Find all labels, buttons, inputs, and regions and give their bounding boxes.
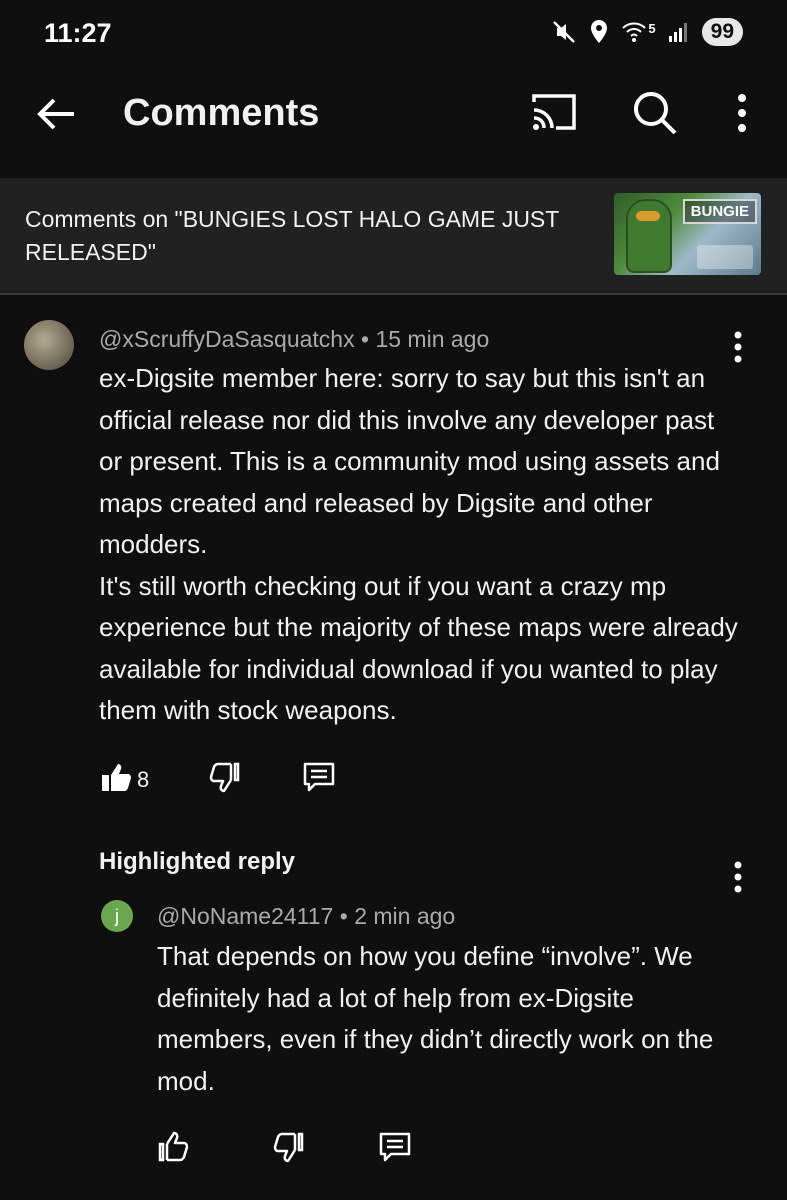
like-button[interactable]: 8 — [99, 760, 149, 799]
avatar[interactable] — [24, 320, 74, 370]
reply-comment-icon — [377, 1130, 413, 1169]
signal-icon — [668, 21, 690, 43]
reply-text: That depends on how you define “involve”… — [157, 941, 714, 1096]
thumbs-down-icon — [207, 760, 241, 799]
meta-separator: • — [361, 326, 376, 352]
reply-avatar[interactable]: j — [101, 900, 133, 932]
thumbs-up-filled-icon — [99, 760, 133, 799]
app-bar: Comments — [0, 70, 787, 156]
thumbs-up-icon — [157, 1130, 191, 1169]
search-icon[interactable] — [630, 88, 680, 138]
thumbs-down-icon — [271, 1130, 305, 1169]
back-arrow-icon[interactable] — [34, 92, 78, 136]
reply-like-button[interactable] — [157, 1130, 191, 1169]
highlighted-reply-label: Highlighted reply — [99, 848, 296, 875]
thumbnail-halo-emblem — [697, 245, 753, 269]
comment-text: ex-Digsite member here: sorry to say but… — [99, 363, 738, 725]
wifi-icon: 5 — [621, 21, 656, 43]
reply-actions — [157, 1130, 413, 1169]
reply-button[interactable] — [301, 760, 337, 799]
reply-reply-button[interactable] — [377, 1130, 413, 1169]
reply-age: 2 min ago — [354, 903, 456, 929]
location-icon — [589, 19, 609, 45]
thumbnail-visor — [636, 211, 660, 221]
reply-more-icon[interactable] — [728, 860, 748, 894]
page-title: Comments — [123, 92, 320, 134]
reply-meta: @NoName24117 • 2 min ago — [157, 903, 455, 930]
comment-actions: 8 — [99, 760, 337, 799]
mute-vibrate-icon — [551, 19, 577, 45]
comment-age: 15 min ago — [375, 326, 490, 352]
status-time: 11:27 — [44, 18, 112, 48]
cast-icon[interactable] — [528, 90, 580, 134]
network-label: 5 — [648, 21, 656, 36]
reply-dislike-button[interactable] — [271, 1130, 305, 1169]
reply-comment-icon — [301, 760, 337, 799]
meta-separator: • — [339, 903, 355, 929]
like-count: 8 — [137, 766, 150, 792]
reply-author[interactable]: @NoName24117 — [157, 903, 333, 929]
status-bar: 11:27 5 99 — [0, 0, 787, 62]
video-thumbnail[interactable]: BUNGIE — [614, 193, 761, 275]
status-icons: 5 99 — [551, 18, 743, 46]
thumbnail-logo: BUNGIE — [682, 199, 757, 224]
video-title: Comments on "BUNGIES LOST HALO GAME JUST… — [25, 206, 559, 265]
battery-indicator: 99 — [701, 18, 743, 46]
comment-author[interactable]: @xScruffyDaSasquatchx — [99, 326, 355, 352]
dislike-button[interactable] — [207, 760, 241, 799]
comment-meta: @xScruffyDaSasquatchx • 15 min ago — [99, 326, 489, 353]
video-header[interactable]: Comments on "BUNGIES LOST HALO GAME JUST… — [0, 178, 787, 295]
more-vert-icon[interactable] — [728, 92, 756, 134]
